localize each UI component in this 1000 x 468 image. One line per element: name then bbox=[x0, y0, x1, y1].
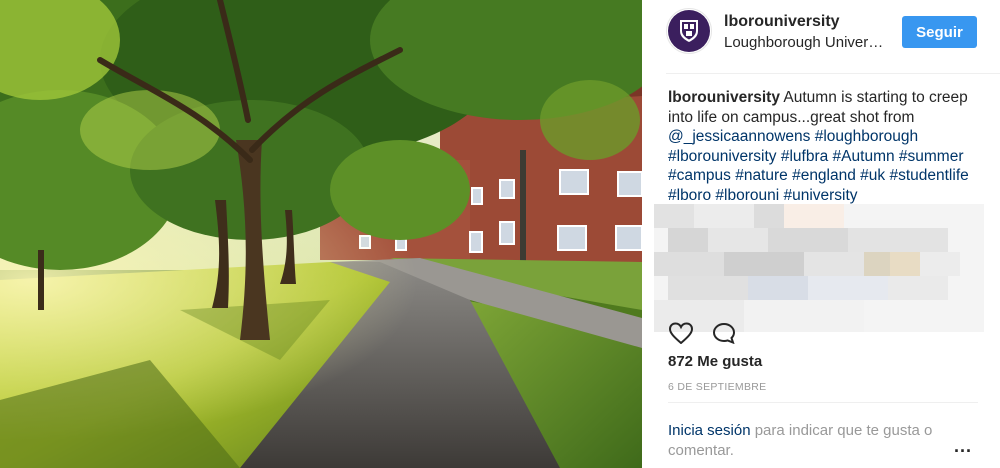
caption-mention[interactable]: @_jessicaannowens bbox=[668, 128, 810, 145]
pixelated-comments bbox=[654, 204, 984, 332]
post-header: lborouniversity Loughborough University … bbox=[666, 0, 1000, 74]
likes-count[interactable]: 872 Me gusta bbox=[668, 353, 762, 370]
post-caption: lborouniversity Autumn is starting to cr… bbox=[668, 88, 976, 205]
campus-autumn-image bbox=[0, 0, 642, 468]
more-options-icon[interactable]: ... bbox=[954, 436, 972, 457]
caption-author[interactable]: lborouniversity bbox=[668, 89, 780, 106]
divider bbox=[668, 402, 978, 403]
post-actions bbox=[668, 322, 748, 344]
heart-icon[interactable] bbox=[668, 322, 694, 344]
login-link[interactable]: Inicia sesión bbox=[668, 422, 751, 439]
post-location[interactable]: Loughborough University bbox=[724, 34, 884, 51]
follow-button[interactable]: Seguir bbox=[902, 16, 977, 48]
login-prompt: Inicia sesión para indicar que te gusta … bbox=[668, 421, 958, 461]
avatar[interactable] bbox=[668, 10, 710, 52]
post-date: 6 DE SEPTIEMBRE bbox=[668, 381, 767, 393]
university-crest-icon bbox=[680, 20, 698, 42]
post-photo[interactable] bbox=[0, 0, 642, 468]
post-side-panel: lborouniversity Loughborough University … bbox=[642, 0, 1000, 468]
comment-icon[interactable] bbox=[712, 322, 736, 344]
post-username[interactable]: lborouniversity bbox=[724, 13, 840, 31]
